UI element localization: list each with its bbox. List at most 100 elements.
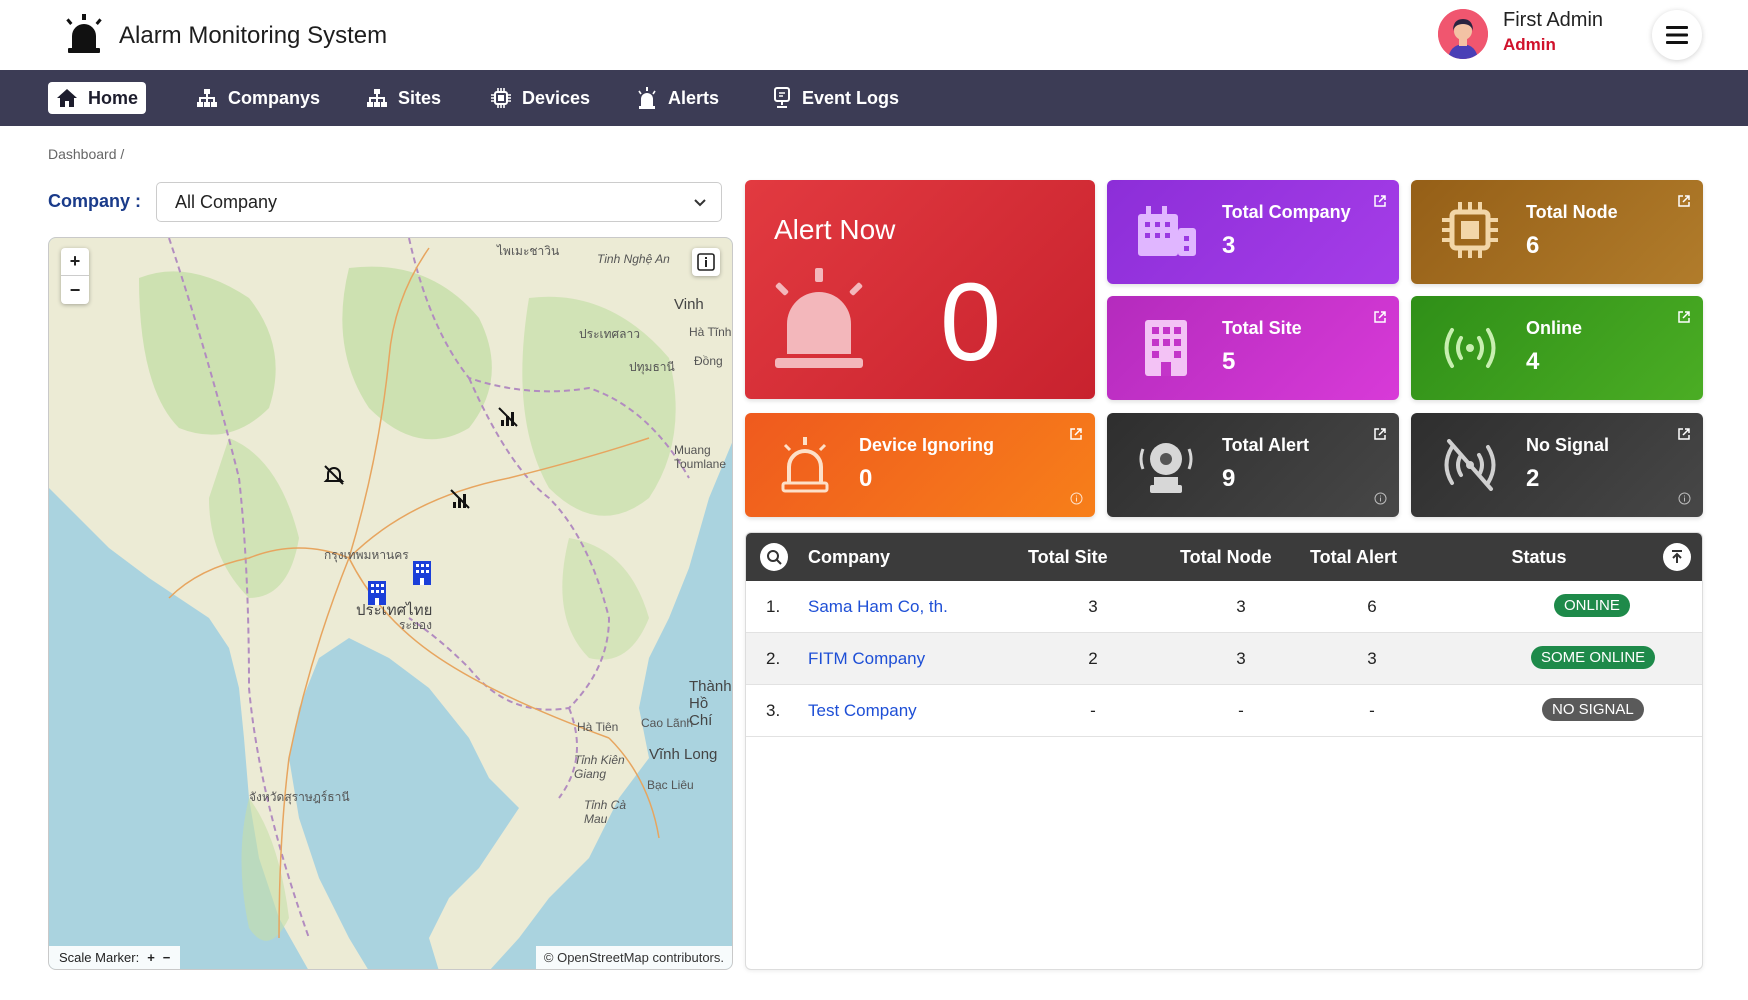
info-circle-icon[interactable] [1070,492,1083,505]
building-marker-icon[interactable] [367,580,387,606]
map-label: ปทุมธานี [629,360,675,374]
online-value: 4 [1526,348,1540,375]
device-ignoring-title: Device Ignoring [859,435,995,455]
table-row[interactable]: 1. Sama Ham Co, th. 3 3 6 ONLINE [746,581,1702,633]
company-link[interactable]: Test Company [808,701,917,721]
device-ignoring-value: 0 [859,465,873,492]
search-icon [767,550,782,565]
info-circle-icon[interactable] [1374,492,1387,505]
table-search-button[interactable] [760,543,788,571]
online-card[interactable]: Online 4 [1411,296,1703,400]
row-total-alert: 3 [1367,649,1377,668]
no-signal-title: No Signal [1526,435,1610,455]
alarm-logo-icon [66,14,102,53]
map-info-button[interactable] [692,248,720,276]
zoom-out-button[interactable]: − [61,276,89,304]
company-table: Company Total Site Total Node Total Aler… [745,532,1703,970]
table-row[interactable]: 2. FITM Company 2 3 3 SOME ONLINE [746,633,1702,685]
external-link-icon[interactable] [1677,194,1691,208]
row-total-node: 3 [1236,597,1246,616]
map-label: Thành Hồ Chí [689,678,732,729]
external-link-icon[interactable] [1373,310,1387,324]
building-marker-icon[interactable] [412,560,432,586]
nav-alerts-label: Alerts [668,87,720,108]
company-link[interactable]: FITM Company [808,649,925,669]
row-total-node: 3 [1236,649,1246,668]
map-label: ระยอง [399,618,432,632]
col-total-alert: Total Alert [1310,547,1398,567]
hamburger-icon [1666,26,1688,44]
chip-icon [491,88,511,108]
external-link-icon[interactable] [1069,427,1083,441]
nav-home-label: Home [88,87,139,108]
total-alert-title: Total Alert [1222,435,1310,455]
external-link-icon[interactable] [1373,194,1387,208]
monitor-icon [774,87,790,108]
zoom-in-button[interactable]: + [61,248,89,276]
map-label: Muang Toumlane [674,443,727,471]
col-status: Status [1511,547,1567,567]
scroll-top-button[interactable] [1663,543,1691,571]
alert-now-title: Alert Now [774,214,896,245]
nav-home[interactable]: Home [48,82,147,114]
breadcrumb: Dashboard / [48,146,125,162]
total-node-title: Total Node [1526,202,1618,222]
scale-marker-minus-button[interactable]: − [163,950,171,965]
total-company-card[interactable]: Total Company 3 [1107,180,1399,284]
total-company-title: Total Company [1222,202,1351,222]
scale-marker-plus-button[interactable]: + [147,950,155,965]
row-total-alert: - [1369,701,1375,720]
nav-companys-label: Companys [228,87,321,108]
company-select[interactable]: All Company [156,182,722,222]
hamburger-menu-button[interactable] [1652,10,1702,60]
nav-companys[interactable]: Companys [188,82,328,114]
map-label: จังหวัดสุราษฎร์ธานี [249,790,350,804]
nav-devices-label: Devices [522,87,591,108]
nav-alerts[interactable]: Alerts [628,82,727,114]
alert-now-value: 0 [940,261,1002,384]
scale-marker-control: Scale Marker: + − [49,946,181,969]
row-total-site: 3 [1088,597,1098,616]
map-label: Cao Lãnh [641,716,694,730]
external-link-icon[interactable] [1677,310,1691,324]
row-number: 2. [766,649,781,668]
no-signal-marker-icon[interactable] [497,406,519,428]
total-site-title: Total Site [1222,318,1302,338]
device-ignoring-card[interactable]: Device Ignoring 0 [745,413,1095,517]
no-signal-card[interactable]: No Signal 2 [1411,413,1703,517]
total-node-card[interactable]: Total Node 6 [1411,180,1703,284]
building-icon [1145,320,1187,376]
col-total-site: Total Site [1028,547,1108,567]
map-label: Hà Tiên [577,720,619,734]
col-company: Company [808,547,891,567]
site-map[interactable]: ไพเมะชาวิน Tinh Nghệ An Vinh Hà Tĩnh ประ… [48,237,733,970]
info-circle-icon[interactable] [1678,492,1691,505]
total-company-value: 3 [1222,232,1236,259]
total-site-card[interactable]: Total Site 5 [1107,296,1399,400]
nav-devices[interactable]: Devices [482,82,598,114]
no-signal-marker-icon[interactable] [449,488,471,510]
avatar[interactable] [1438,9,1488,59]
nav-event-logs[interactable]: Event Logs [764,82,907,114]
map-label: Tinh Nghệ An [597,252,670,266]
online-title: Online [1526,318,1583,338]
table-row[interactable]: 3. Test Company - - - NO SIGNAL [746,685,1702,737]
info-icon [697,253,715,271]
status-badge: ONLINE [1554,594,1630,617]
user-name: First Admin [1503,9,1604,31]
map-attribution[interactable]: © OpenStreetMap contributors. [535,946,732,969]
company-link[interactable]: Sama Ham Co, th. [808,597,948,617]
bell-off-marker-icon[interactable] [323,464,345,486]
siren-icon [775,268,863,368]
alert-now-card[interactable]: Alert Now 0 [745,180,1095,399]
top-header: Alarm Monitoring System First Admin Admi… [0,0,1748,70]
city-buildings-icon [1138,206,1196,256]
sitemap-icon [367,89,387,107]
arrow-up-to-line-icon [1672,550,1682,563]
total-alert-value: 9 [1222,465,1236,492]
nav-sites[interactable]: Sites [358,82,449,114]
row-total-site: 2 [1088,649,1098,668]
external-link-icon[interactable] [1373,427,1387,441]
external-link-icon[interactable] [1677,427,1691,441]
total-alert-card[interactable]: Total Alert 9 [1107,413,1399,517]
